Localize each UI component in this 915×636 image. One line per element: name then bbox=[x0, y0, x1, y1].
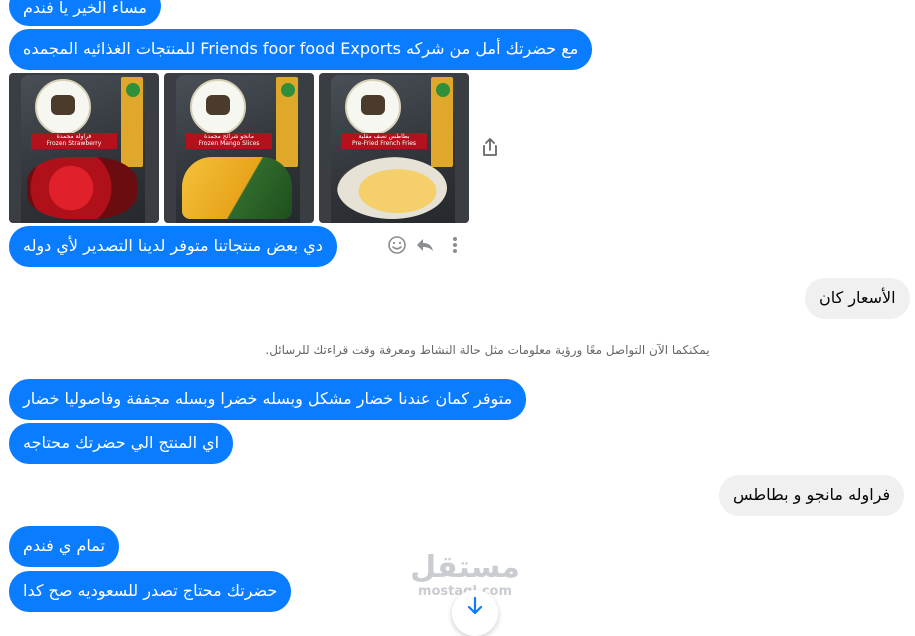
product-label: فراولة مجمدة Frozen Strawberry bbox=[31, 133, 117, 149]
scroll-to-bottom-button[interactable] bbox=[452, 590, 498, 636]
watermark-arabic: مستقل bbox=[410, 550, 520, 585]
strawberry-image bbox=[27, 157, 137, 219]
brand-logo bbox=[35, 79, 91, 135]
smiley-icon[interactable] bbox=[386, 234, 408, 256]
message-text: مع حضرتك أمل من شركه Friends foor food E… bbox=[23, 39, 579, 58]
message-text: دي بعض منتجاتنا متوفر لدينا التصدير لأي … bbox=[23, 236, 323, 255]
message-bubble-7[interactable]: فراوله مانجو و بطاطس bbox=[719, 475, 905, 516]
product-photo-mango[interactable]: مانجو شرائح مجمدة Frozen Mango Slices bbox=[164, 73, 314, 223]
message-bubble-4[interactable]: الأسعار كان bbox=[805, 278, 910, 319]
system-notice: يمكنكما الآن التواصل معًا ورؤية معلومات … bbox=[265, 343, 710, 357]
halal-badge-icon bbox=[126, 83, 140, 97]
message-bubble-6[interactable]: اي المنتج الي حضرتك محتاجه bbox=[9, 423, 234, 464]
halal-badge-icon bbox=[281, 83, 295, 97]
message-text: فراوله مانجو و بطاطس bbox=[733, 485, 891, 504]
product-photo-fries[interactable]: بطاطس نصف مقلية Pre-Fried French Fries bbox=[319, 73, 469, 223]
message-text: اي المنتج الي حضرتك محتاجه bbox=[23, 433, 220, 452]
product-label: مانجو شرائح مجمدة Frozen Mango Slices bbox=[186, 133, 272, 149]
message-text: متوفر كمان عندنا خضار مشكل وبسله خضرا وب… bbox=[23, 389, 513, 408]
arrow-down-icon bbox=[465, 596, 485, 616]
brand-logo bbox=[190, 79, 246, 135]
product-label: بطاطس نصف مقلية Pre-Fried French Fries bbox=[341, 133, 427, 149]
message-bubble-1[interactable]: مساء الخير يا فندم bbox=[9, 0, 161, 26]
fries-image bbox=[337, 157, 447, 219]
more-vertical-icon[interactable] bbox=[446, 234, 464, 256]
message-bubble-9[interactable]: حضرتك محتاج تصدر للسعوديه صح كدا bbox=[9, 571, 292, 612]
mango-image bbox=[182, 157, 292, 219]
message-bubble-5[interactable]: متوفر كمان عندنا خضار مشكل وبسله خضرا وب… bbox=[9, 379, 527, 420]
share-icon[interactable] bbox=[478, 134, 502, 160]
message-bubble-2[interactable]: مع حضرتك أمل من شركه Friends foor food E… bbox=[9, 29, 593, 70]
message-text: الأسعار كان bbox=[819, 288, 896, 307]
message-bubble-3[interactable]: دي بعض منتجاتنا متوفر لدينا التصدير لأي … bbox=[9, 226, 337, 267]
product-photo-strawberry[interactable]: فراولة مجمدة Frozen Strawberry bbox=[9, 73, 159, 223]
halal-badge-icon bbox=[436, 83, 450, 97]
brand-logo bbox=[345, 79, 401, 135]
message-text: تمام ي فندم bbox=[23, 536, 105, 555]
reply-icon[interactable] bbox=[414, 234, 436, 256]
message-text: مساء الخير يا فندم bbox=[23, 0, 147, 17]
message-bubble-8[interactable]: تمام ي فندم bbox=[9, 526, 119, 567]
message-text: حضرتك محتاج تصدر للسعوديه صح كدا bbox=[23, 581, 278, 600]
